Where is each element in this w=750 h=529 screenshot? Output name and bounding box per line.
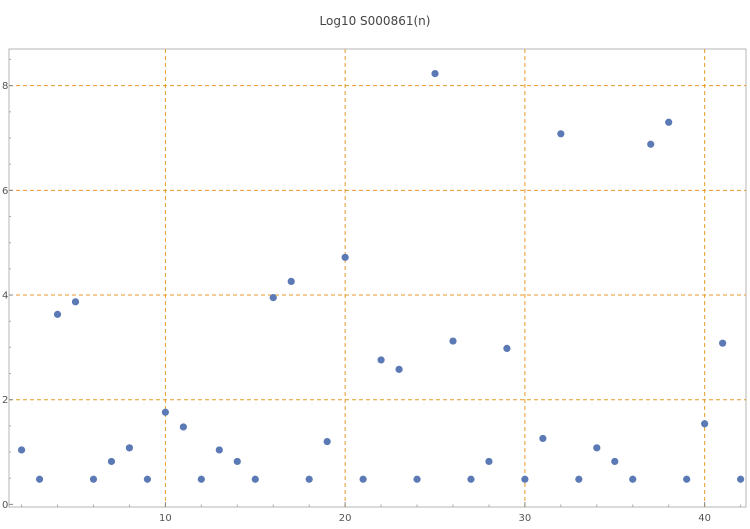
data-point xyxy=(269,294,277,302)
y-tick-label: 4 xyxy=(2,291,8,302)
chart-root: Log10 S000861(n) 0 2 4 6 8 10 20 30 40 xyxy=(0,0,750,525)
data-point xyxy=(215,446,223,454)
data-point xyxy=(701,420,709,428)
data-point xyxy=(107,457,116,466)
data-point xyxy=(665,118,673,126)
data-point xyxy=(611,457,619,466)
data-point xyxy=(287,277,295,286)
data-point xyxy=(341,253,349,261)
data-point xyxy=(233,457,241,466)
x-tick-label: 30 xyxy=(519,513,532,524)
data-point xyxy=(449,337,457,345)
data-point xyxy=(593,444,601,452)
data-point xyxy=(305,475,313,483)
data-point xyxy=(413,475,421,483)
data-point xyxy=(719,339,727,347)
y-tick-label: 0 xyxy=(2,500,8,511)
data-point xyxy=(395,365,403,373)
data-point xyxy=(431,70,439,78)
data-point xyxy=(251,475,259,483)
data-point xyxy=(557,130,565,138)
data-point xyxy=(143,475,152,483)
data-point xyxy=(485,457,493,466)
data-point xyxy=(35,475,44,483)
data-point xyxy=(575,475,583,483)
data-point xyxy=(503,344,511,353)
data-point xyxy=(521,475,529,483)
data-point xyxy=(683,475,691,483)
y-tick-label: 6 xyxy=(2,186,8,197)
y-tick-label: 8 xyxy=(2,81,8,92)
scatter-plot: 0 2 4 6 8 10 20 30 40 xyxy=(2,48,747,524)
data-point xyxy=(539,434,547,443)
data-point xyxy=(629,475,637,483)
data-point xyxy=(377,356,385,364)
data-point xyxy=(161,408,169,416)
x-tick-label: 20 xyxy=(339,513,352,524)
x-tick-label: 10 xyxy=(159,513,172,524)
data-point xyxy=(737,475,745,483)
data-point xyxy=(179,423,187,431)
data-point xyxy=(359,475,367,483)
data-point xyxy=(89,475,98,483)
x-tick-label: 40 xyxy=(698,513,711,524)
data-point xyxy=(197,475,205,483)
chart-title: Log10 S000861(n) xyxy=(319,14,431,28)
y-tick-label: 2 xyxy=(2,395,8,406)
data-point xyxy=(323,437,331,446)
data-point xyxy=(467,475,475,483)
data-point xyxy=(71,298,80,306)
data-point xyxy=(125,444,134,452)
data-point xyxy=(17,446,26,454)
data-point xyxy=(53,310,62,318)
plot-frame xyxy=(8,48,747,508)
data-point xyxy=(647,140,655,148)
